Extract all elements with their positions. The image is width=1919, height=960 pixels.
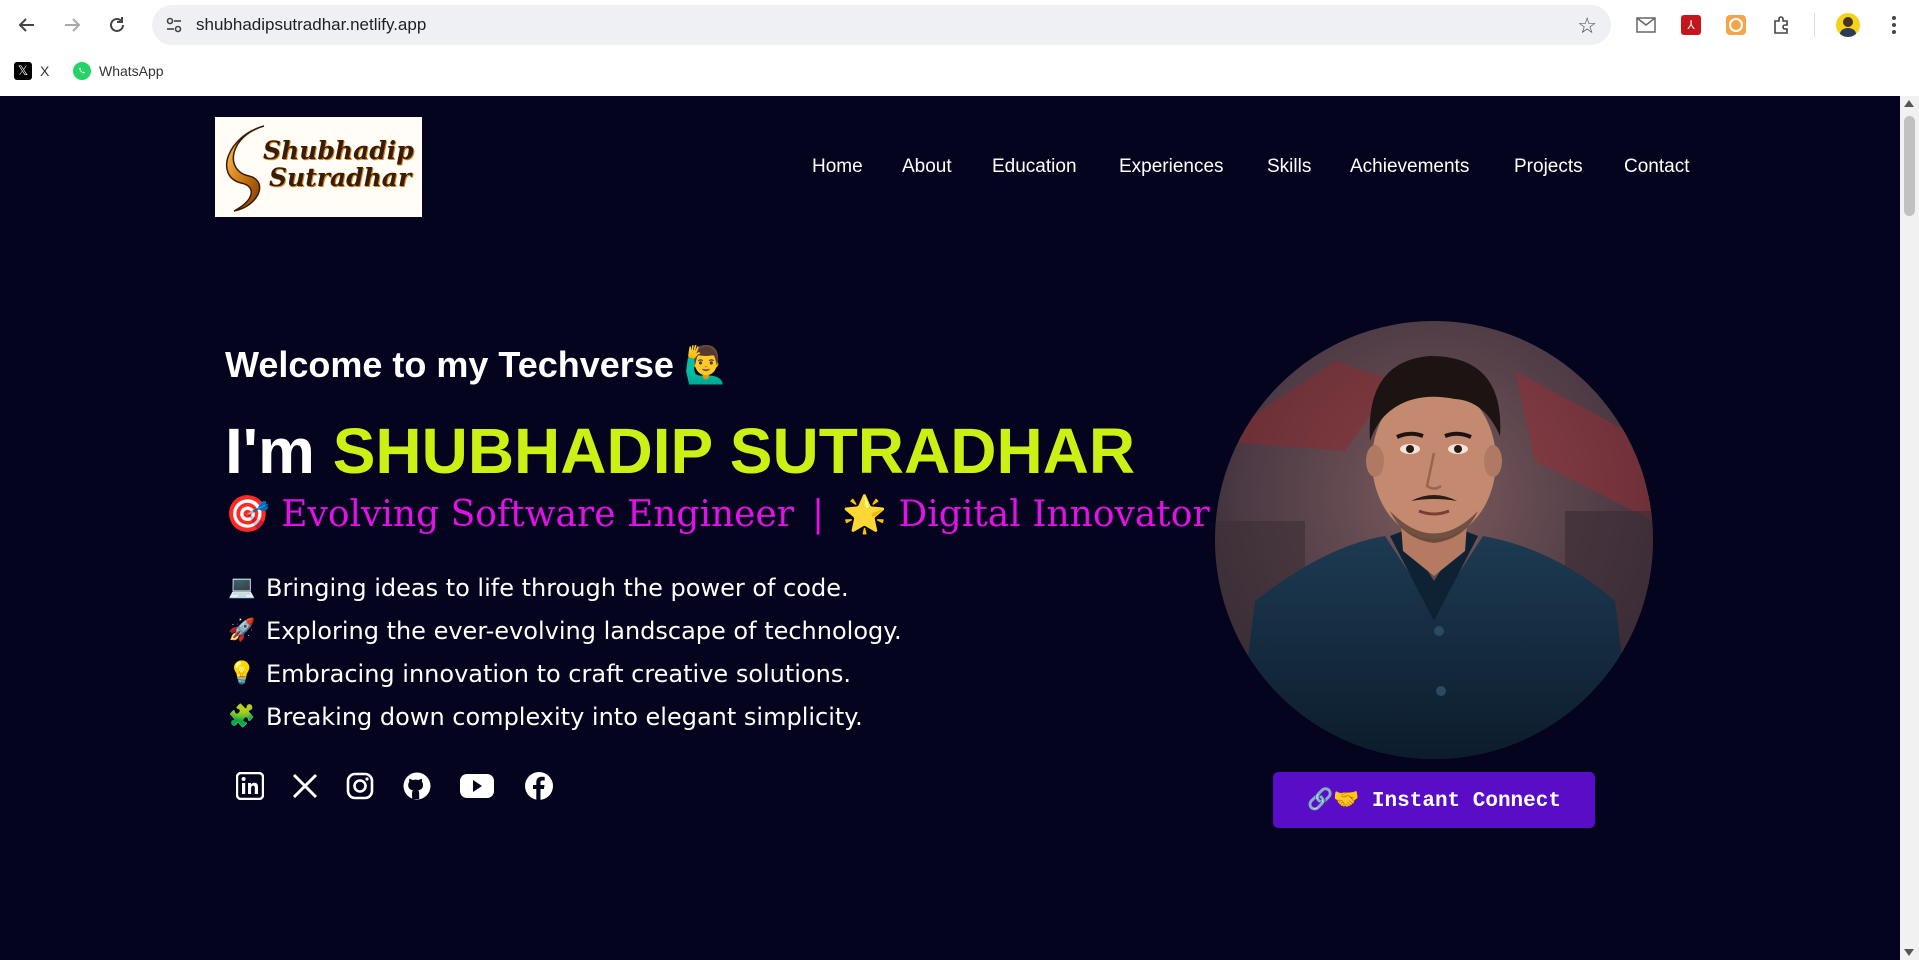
list-item-text: Bringing ideas to life through the power… [266,573,849,602]
welcome-heading: Welcome to my Techverse 🙋‍♂️ [225,344,729,385]
forward-icon[interactable] [59,12,85,38]
nav-achievements[interactable]: Achievements [1350,156,1469,178]
list-item: 🚀 Exploring the ever-evolving landscape … [228,609,902,652]
youtube-icon[interactable] [459,768,495,804]
menu-kebab-icon[interactable] [1882,13,1906,37]
bookmarks-bar: 𝕏 X WhatsApp [0,50,1919,96]
mail-extension-icon[interactable] [1634,13,1658,37]
back-icon[interactable] [14,12,40,38]
list-item-text: Exploring the ever-evolving landscape of… [266,616,902,645]
list-item-text: Embracing innovation to craft creative s… [266,659,851,688]
browser-toolbar: shubhadipsutradhar.netlify.app ☆ ⅄ [0,0,1919,50]
nav-projects[interactable]: Projects [1514,156,1583,178]
list-item: 💻 Bringing ideas to life through the pow… [228,566,902,609]
tagline: 🎯 Evolving Software Engineer | 🌟 Digital I… [225,493,1210,535]
x-icon[interactable] [287,768,323,804]
nav-contact[interactable]: Contact [1624,156,1689,178]
extensions-puzzle-icon[interactable] [1769,13,1793,37]
im-prefix: I'm [225,415,315,487]
profile-avatar[interactable] [1836,13,1860,37]
url-text: shubhadipsutradhar.netlify.app [196,15,427,34]
instagram-icon[interactable] [342,768,378,804]
reload-icon[interactable] [104,12,130,38]
pdf-extension-icon[interactable]: ⅄ [1679,13,1703,37]
nav-skills[interactable]: Skills [1267,156,1311,178]
site-logo[interactable]: Shubhadip Sutradhar [215,117,422,217]
site-settings-icon[interactable] [164,15,184,35]
tagline-innovator: 🌟 Digital Innovator [842,494,1210,535]
linkedin-icon[interactable] [232,768,268,804]
nav-education[interactable]: Education [992,156,1077,178]
scroll-down-icon[interactable] [1904,949,1914,956]
address-bar[interactable]: shubhadipsutradhar.netlify.app ☆ [152,5,1611,45]
logo-text-line2: Sutradhar [269,163,412,192]
laptop-icon: 💻 [228,575,256,600]
instant-connect-button[interactable]: 🔗🤝 Instant Connect [1273,772,1595,828]
bookmark-label: WhatsApp [99,63,164,79]
bookmark-label: X [40,63,50,79]
profile-photo [1215,321,1653,759]
bookmark-whatsapp[interactable]: WhatsApp [73,62,164,80]
nav-about[interactable]: About [902,156,952,178]
intro-list: 💻 Bringing ideas to life through the pow… [228,566,902,738]
puzzle-icon: 🧩 [228,704,256,729]
nav-experiences[interactable]: Experiences [1119,156,1224,178]
portrait-illustration [1215,321,1653,759]
name-heading: I'm SHUBHADIP SUTRADHAR [225,414,1135,488]
lightbulb-icon: 💡 [228,661,256,686]
list-item: 🧩 Breaking down complexity into elegant … [228,695,902,738]
github-icon[interactable] [399,768,435,804]
whatsapp-icon [73,62,91,80]
facebook-icon[interactable] [521,768,557,804]
tagline-role: 🎯 Evolving Software Engineer [225,494,794,535]
bookmark-x[interactable]: 𝕏 X [14,62,49,80]
logo-text-line1: Shubhadip [263,136,414,165]
list-item-text: Breaking down complexity into elegant si… [266,702,863,731]
list-item: 💡 Embracing innovation to craft creative… [228,652,902,695]
rocket-icon: 🚀 [228,618,256,643]
x-logo-icon: 𝕏 [14,62,32,80]
bookmark-star-icon[interactable]: ☆ [1577,13,1597,39]
tagline-separator: | [812,494,825,535]
scrollbar-thumb[interactable] [1904,116,1915,216]
scroll-up-icon[interactable] [1904,100,1914,107]
full-name: SHUBHADIP SUTRADHAR [332,415,1136,487]
orange-extension-icon[interactable] [1724,13,1748,37]
web-page: Shubhadip Sutradhar Home About Education… [0,96,1900,960]
page-scrollbar[interactable] [1900,96,1919,960]
toolbar-divider [1814,13,1815,37]
logo-text: Shubhadip Sutradhar [263,137,414,191]
nav-home[interactable]: Home [812,156,863,178]
